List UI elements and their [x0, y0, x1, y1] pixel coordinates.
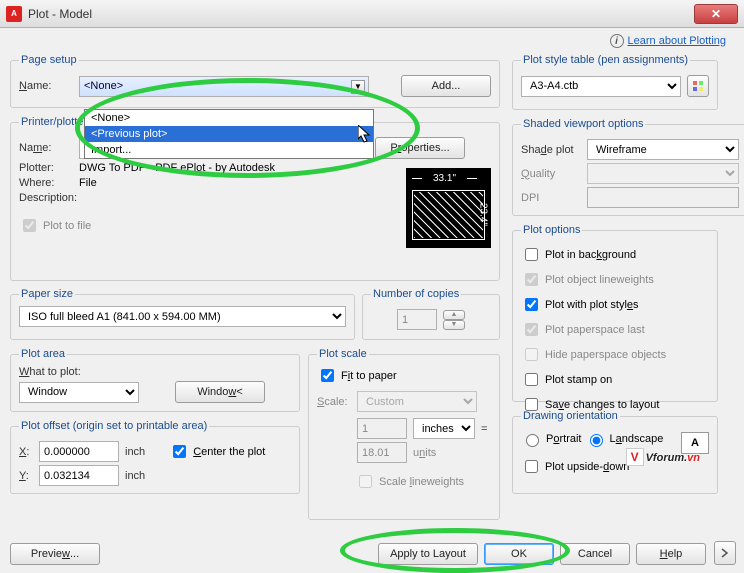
description-label: Description: [19, 192, 93, 204]
apply-to-layout-button[interactable]: Apply to Layout [378, 543, 478, 565]
plot-style-edit-button[interactable] [687, 75, 709, 97]
x-unit: inch [125, 446, 145, 458]
help-button[interactable]: Help [636, 543, 706, 565]
preview-button[interactable]: Preview... [10, 543, 100, 565]
paper-size-combo[interactable]: ISO full bleed A1 (841.00 x 594.00 MM) [19, 306, 346, 327]
shaded-legend: Shaded viewport options [521, 118, 645, 130]
plot-offset-legend: Plot offset (origin set to printable are… [19, 420, 209, 432]
plot-styles-checkbox[interactable]: Plot with plot styles [521, 295, 639, 314]
copies-up-button: ▲ [443, 310, 465, 320]
add-page-setup-button[interactable]: Add... [401, 75, 491, 97]
fit-to-paper-checkbox[interactable]: Fit to paper [317, 366, 397, 385]
paper-size-legend: Paper size [19, 288, 75, 300]
plot-area-legend: Plot area [19, 348, 67, 360]
plotter-label: Plotter: [19, 162, 73, 174]
info-icon: i [610, 34, 624, 48]
orientation-preview-icon: A [681, 432, 709, 454]
expand-dialog-button[interactable] [714, 541, 736, 565]
dropdown-option-none[interactable]: <None> [85, 110, 373, 126]
plotter-value: DWG To PDF - PDF ePlot - by Autodesk [79, 162, 275, 174]
plot-style-legend: Plot style table (pen assignments) [521, 54, 690, 66]
plot-scale-legend: Plot scale [317, 348, 369, 360]
scale-denominator-input [357, 442, 407, 463]
copies-down-button: ▼ [443, 320, 465, 330]
what-to-plot-label: What to plot: [19, 366, 291, 378]
equals-label: = [481, 423, 487, 435]
plot-options-legend: Plot options [521, 224, 582, 236]
plot-paperspace-checkbox: Plot paperspace last [521, 320, 645, 339]
den-unit-label: units [413, 447, 436, 459]
window-title: Plot - Model [28, 7, 92, 21]
ok-button[interactable]: OK [484, 543, 554, 565]
printer-properties-button[interactable]: Properties... [375, 137, 465, 159]
x-label: X: [19, 446, 33, 458]
page-setup-dropdown-list[interactable]: <None> <Previous plot> Import... [84, 109, 374, 159]
plot-stamp-checkbox[interactable]: Plot stamp on [521, 370, 612, 389]
quality-label: Quality [521, 168, 581, 180]
portrait-radio[interactable]: Portrait [521, 431, 581, 447]
scale-lineweights-checkbox: Scale lineweights [355, 472, 464, 491]
landscape-radio[interactable]: Landscape [585, 431, 664, 447]
orientation-legend: Drawing orientation [521, 410, 620, 422]
center-plot-checkbox[interactable]: Center the plot [169, 442, 265, 461]
plot-lw-checkbox: Plot object lineweights [521, 270, 654, 289]
window-select-button[interactable]: Window< [175, 381, 265, 403]
where-label: Where: [19, 177, 73, 189]
dpi-label: DPI [521, 192, 581, 204]
scale-numerator-input [357, 418, 407, 439]
plot-bg-checkbox[interactable]: Plot in background [521, 245, 636, 264]
plot-style-combo[interactable]: A3-A4.ctb [521, 76, 681, 97]
printer-name-label: Name: [19, 142, 73, 154]
shade-plot-combo[interactable]: Wireframe [587, 139, 739, 160]
dropdown-option-import[interactable]: Import... [85, 142, 373, 158]
page-setup-name-combo[interactable]: <None> ▼ [79, 76, 369, 97]
printer-legend: Printer/plotter [19, 116, 89, 128]
cancel-button[interactable]: Cancel [560, 543, 630, 565]
chevron-down-icon: ▼ [351, 80, 365, 94]
hide-paperspace-checkbox: Hide paperspace objects [521, 345, 666, 364]
app-icon: A [6, 6, 22, 22]
what-to-plot-combo[interactable]: Window [19, 382, 139, 403]
scale-label: Scale: [317, 396, 351, 408]
y-label: Y: [19, 470, 33, 482]
upside-down-checkbox[interactable]: Plot upside-down [521, 457, 629, 476]
learn-link[interactable]: Learn about Plotting [628, 35, 726, 47]
palette-icon [692, 80, 704, 92]
y-input[interactable] [39, 465, 119, 486]
dropdown-option-previous[interactable]: <Previous plot> [85, 126, 373, 142]
close-button[interactable]: ✕ [694, 4, 738, 24]
y-unit: inch [125, 470, 145, 482]
shade-plot-label: Shade plot [521, 144, 581, 156]
copies-input [397, 309, 437, 330]
quality-combo [587, 163, 739, 184]
scale-combo: Custom [357, 391, 477, 412]
x-input[interactable] [39, 441, 119, 462]
dpi-input [587, 187, 739, 208]
page-setup-legend: Page setup [19, 54, 79, 66]
page-setup-name-label: Name: [19, 80, 73, 92]
scale-unit-combo[interactable]: inches [413, 418, 475, 439]
copies-legend: Number of copies [371, 288, 461, 300]
paper-preview: 33.1" 23.4" [406, 168, 491, 248]
where-value: File [79, 177, 97, 189]
chevron-right-icon [720, 548, 730, 558]
plot-to-file-checkbox: Plot to file [19, 216, 91, 235]
